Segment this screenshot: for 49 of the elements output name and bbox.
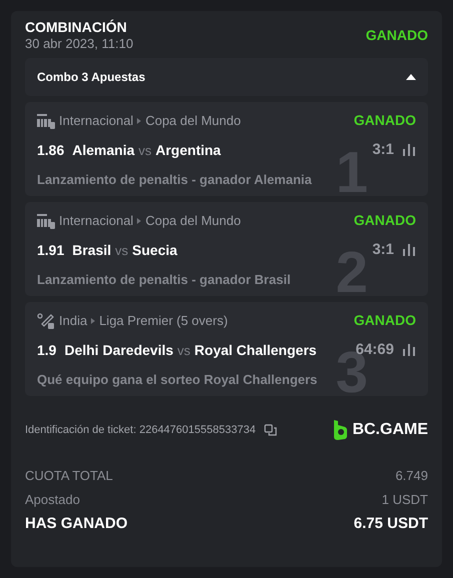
- total-value: 6.749: [395, 467, 428, 486]
- stats-icon[interactable]: [402, 344, 416, 356]
- breadcrumb-arrow-icon: [91, 318, 96, 324]
- cricket-icon: [37, 312, 55, 328]
- odds-label: 1.86: [37, 140, 64, 160]
- team-name: Argentina: [156, 140, 221, 160]
- league-label: Liga Premier (5 overs): [99, 312, 228, 330]
- copy-icon[interactable]: [264, 424, 277, 436]
- team-name: Royal Challengers: [194, 340, 317, 360]
- league-label: Copa del Mundo: [145, 112, 241, 130]
- total-label: Apostado: [25, 491, 80, 510]
- total-value: 1 USDT: [382, 491, 428, 510]
- team-name: Suecia: [132, 240, 178, 260]
- vs-label: vs: [138, 142, 152, 160]
- team-name: Alemania: [72, 140, 134, 160]
- country-label: Internacional: [59, 212, 134, 230]
- combo-header[interactable]: Combo 3 Apuestas: [25, 58, 428, 96]
- brand-logo-icon: [332, 420, 348, 440]
- country-label: Internacional: [59, 112, 134, 130]
- status-label: GANADO: [354, 311, 416, 330]
- bet-date: 30 abr 2023, 11:10: [25, 36, 134, 52]
- odds-label: 1.91: [37, 240, 64, 260]
- score-label: 3:1: [372, 240, 394, 260]
- breadcrumb-arrow-icon: [137, 118, 142, 124]
- market-label: Lanzamiento de penaltis - ganador Alemania: [37, 170, 313, 189]
- fifa-icon: [37, 112, 55, 128]
- total-label: HAS GANADO: [25, 514, 128, 534]
- vs-label: vs: [177, 342, 190, 360]
- team-name: Delhi Daredevils: [64, 340, 174, 360]
- status-label: GANADO: [366, 26, 428, 45]
- bet-type-title: COMBINACIÓN: [25, 19, 128, 36]
- country-label: India: [59, 312, 88, 330]
- ticket-id-label: Identificación de ticket: 2264476015558533734: [25, 422, 256, 438]
- odds-label: 1.9: [37, 340, 56, 360]
- total-value: 6.75 USDT: [354, 514, 428, 534]
- score-label: 3:1: [372, 140, 394, 160]
- market-label: Qué equipo gana el sorteo Royal Challengers: [37, 370, 318, 389]
- fifa-icon: [37, 212, 55, 228]
- status-label: GANADO: [354, 111, 416, 130]
- team-name: Brasil: [72, 240, 112, 260]
- market-label: Lanzamiento de penaltis - ganador Brasil: [37, 270, 292, 289]
- status-label: GANADO: [354, 211, 416, 230]
- breadcrumb-arrow-icon: [137, 218, 142, 224]
- total-label: CUOTA TOTAL: [25, 467, 113, 486]
- stats-icon[interactable]: [402, 244, 416, 256]
- league-label: Copa del Mundo: [145, 212, 241, 230]
- stats-icon[interactable]: [402, 144, 416, 156]
- brand-name: BC.GAME: [352, 420, 428, 440]
- vs-label: vs: [115, 242, 128, 260]
